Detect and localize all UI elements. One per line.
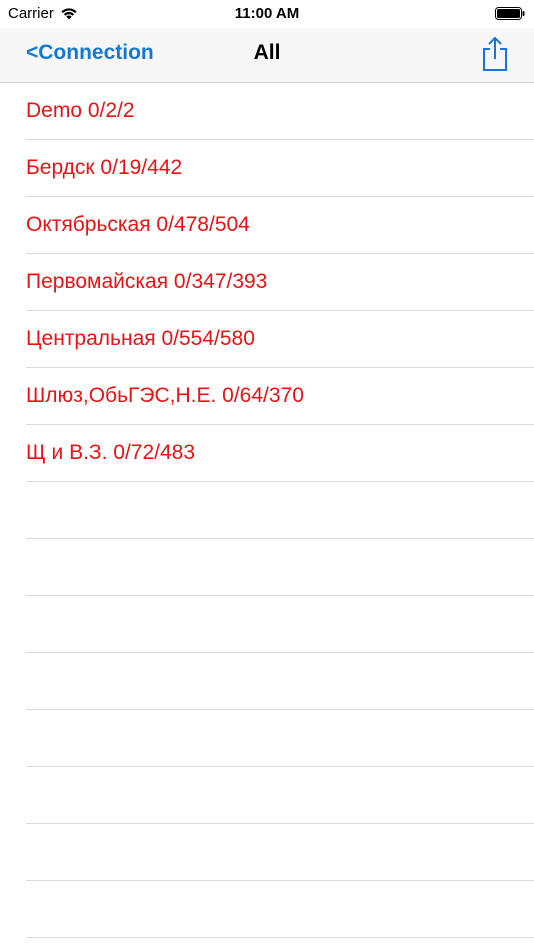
empty-row (0, 539, 534, 596)
list-item-label: Центральная 0/554/580 (26, 327, 255, 350)
battery-icon (495, 7, 525, 20)
list-item[interactable]: Бердск 0/19/442 (0, 140, 534, 197)
list-item[interactable]: Октябрьская 0/478/504 (0, 197, 534, 254)
list-item[interactable]: Щ и В.З. 0/72/483 (0, 425, 534, 482)
status-bar: Carrier 11:00 AM (0, 0, 534, 28)
navigation-bar: <Connection All (0, 28, 534, 83)
connection-list: Demo 0/2/2 Бердск 0/19/442 Октябрьская 0… (0, 83, 534, 938)
empty-row (0, 482, 534, 539)
app-screen: Carrier 11:00 AM <Connection All Demo 0/… (0, 0, 534, 950)
page-title: All (253, 41, 281, 64)
list-item[interactable]: Demo 0/2/2 (0, 83, 534, 140)
status-time: 11:00 AM (234, 5, 300, 22)
list-item[interactable]: Первомайская 0/347/393 (0, 254, 534, 311)
empty-row (0, 653, 534, 710)
empty-row (0, 767, 534, 824)
list-item-label: Первомайская 0/347/393 (26, 270, 268, 293)
list-item[interactable]: Шлюз,ОбьГЭС,Н.Е. 0/64/370 (0, 368, 534, 425)
list-item-label: Октябрьская 0/478/504 (26, 213, 250, 236)
list-item-label: Бердск 0/19/442 (26, 156, 183, 179)
list-item-label: Шлюз,ОбьГЭС,Н.Е. 0/64/370 (26, 384, 304, 407)
list-item-label: Щ и В.З. 0/72/483 (26, 441, 196, 464)
list-item-label: Demo 0/2/2 (26, 99, 135, 122)
share-icon[interactable] (480, 36, 510, 72)
empty-row (0, 881, 534, 938)
empty-row (0, 824, 534, 881)
empty-row (0, 710, 534, 767)
list-item[interactable]: Центральная 0/554/580 (0, 311, 534, 368)
empty-row (0, 596, 534, 653)
